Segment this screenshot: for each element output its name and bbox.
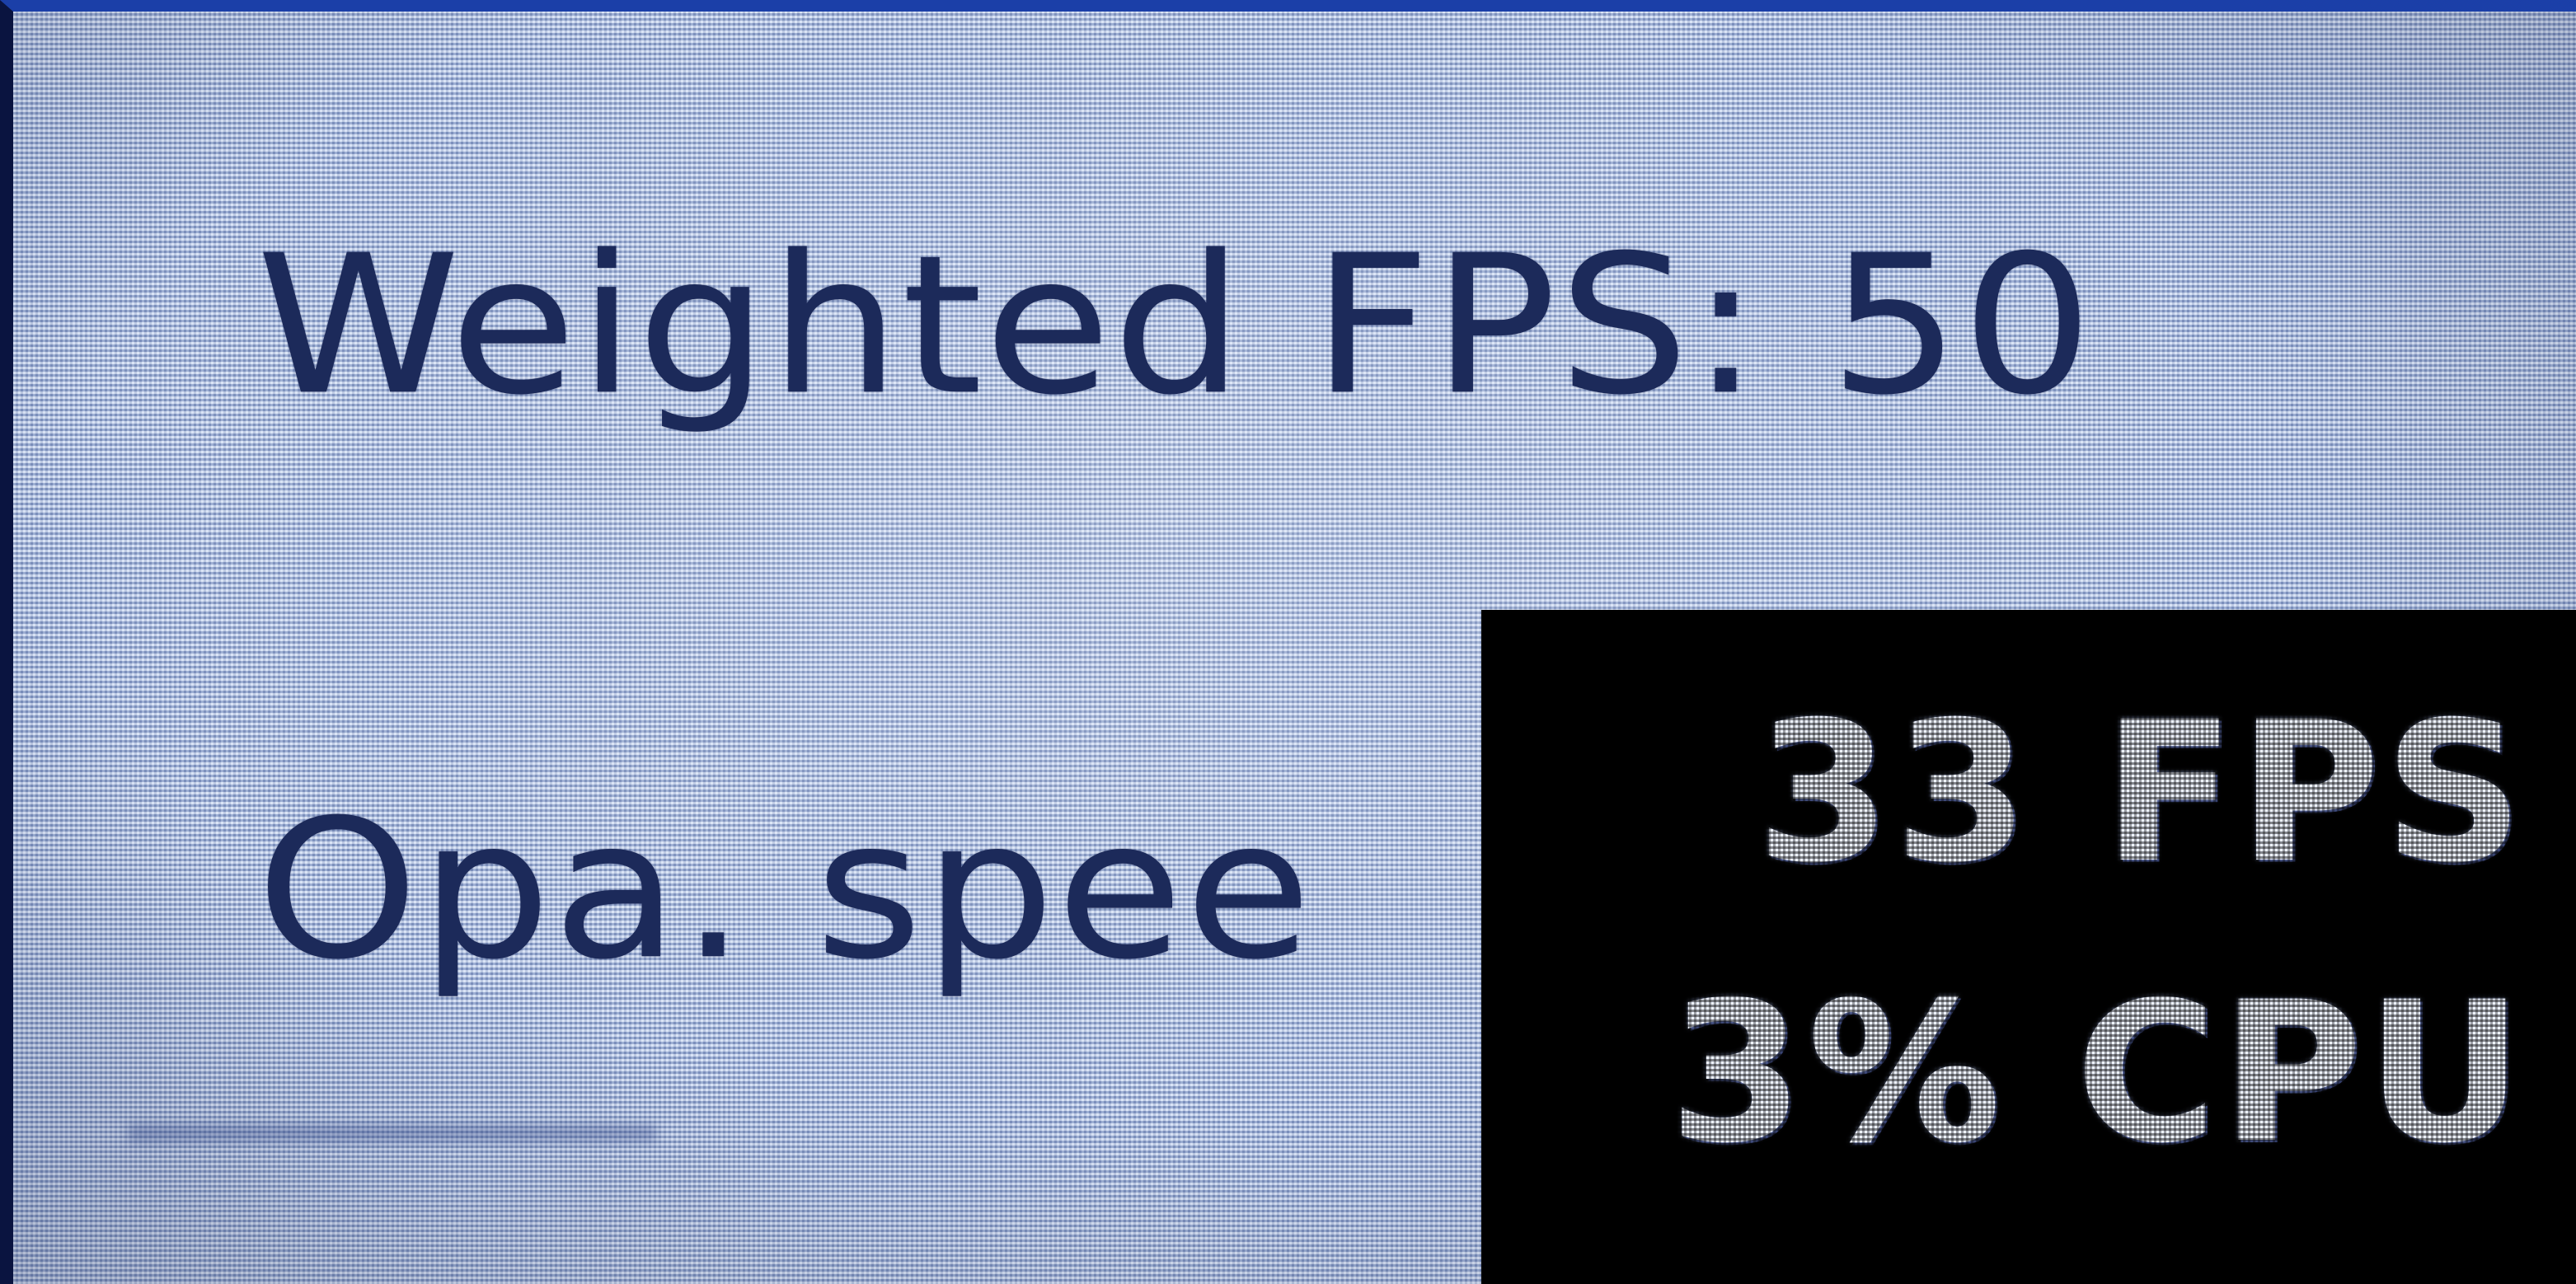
opa-speed-label: Opa. spee [256,778,1314,1002]
text-shadow-line [129,1124,656,1142]
perf-monitor-cpu: 3% CPU [1668,961,2527,1186]
performance-monitor-overlay: 33 FPS 3% CPU [1481,610,2576,1284]
perf-monitor-fps: 33 FPS [1756,681,2527,906]
weighted-fps-label: Weighted FPS: 50 [256,213,2095,438]
